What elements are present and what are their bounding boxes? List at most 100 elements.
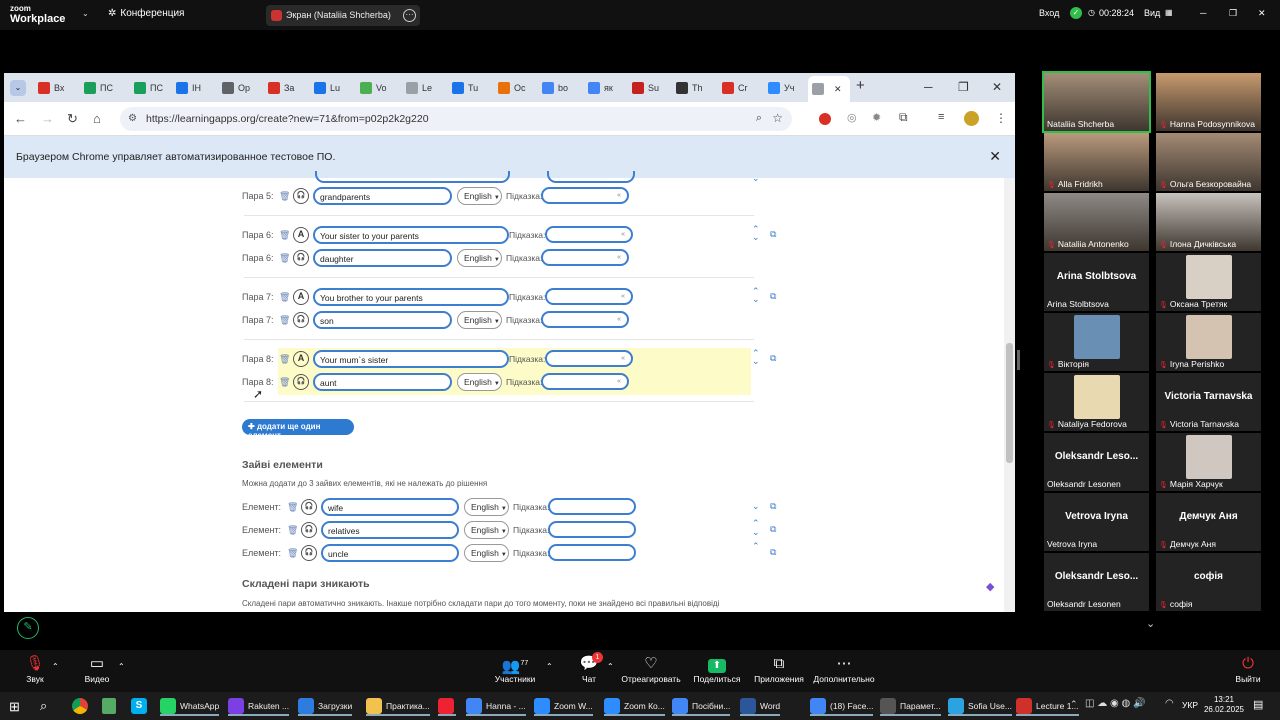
adblock-icon[interactable]	[819, 113, 831, 125]
browser-close-icon[interactable]: ✕	[992, 80, 1002, 94]
participant-tile[interactable]: 🎙 Iryna Perishko	[1156, 313, 1261, 371]
participant-tile[interactable]: Vetrova Iryna Vetrova Iryna	[1044, 493, 1149, 551]
hint-input[interactable]: «	[545, 350, 633, 367]
pair-text-input[interactable]: Your sister to your parents	[313, 226, 509, 244]
minimize-icon[interactable]: ─	[1200, 8, 1206, 18]
browser-tab[interactable]: bo	[538, 80, 578, 96]
participant-tile[interactable]: 🎙 Оксана Третяк	[1156, 253, 1261, 311]
taskbar-app[interactable]: Sofia Use...	[948, 697, 1012, 716]
text-type-icon[interactable]: A	[293, 289, 309, 305]
pair-text-input[interactable]: You brother to your parents	[313, 288, 509, 306]
screen-share-pill[interactable]: Экран (Nataliia Shcherba) ···	[266, 5, 420, 26]
view-button[interactable]: Вид	[1144, 8, 1160, 18]
chat-options-icon[interactable]: ⌃	[607, 662, 614, 671]
taskbar-app[interactable]: Загрузки	[298, 697, 353, 716]
copy-icon[interactable]: ⧉	[770, 353, 776, 364]
react-button[interactable]: ♡ Отреагировать	[620, 654, 682, 684]
hint-input[interactable]: «	[541, 249, 629, 266]
conference-menu[interactable]: ✲ Конференция	[108, 8, 184, 19]
browser-tab[interactable]: Вх	[34, 80, 74, 96]
wifi-icon[interactable]: ◠	[1165, 698, 1174, 709]
taskbar-app[interactable]: Zoom Ко...	[604, 697, 665, 716]
browser-tab[interactable]: ПС	[80, 80, 120, 96]
scrollbar-thumb[interactable]	[1006, 343, 1013, 463]
audio-type-icon[interactable]: 🎧	[293, 312, 309, 328]
participant-tile[interactable]: 🎙 Nataliya Fedorova	[1044, 373, 1149, 431]
browser-tab[interactable]: Lu	[310, 80, 350, 96]
participant-tile[interactable]: 🎙 Марія Харчук	[1156, 433, 1261, 491]
taskbar-app[interactable]: (18) Face...	[810, 697, 874, 716]
participant-tile[interactable]: Демчук Аня 🎙 Демчук Аня	[1156, 493, 1261, 551]
hint-input[interactable]: «	[541, 373, 629, 390]
browser-tab[interactable]: Tu	[448, 80, 488, 96]
audio-type-icon[interactable]: 🎧	[301, 545, 317, 561]
forward-icon[interactable]: →	[41, 111, 54, 126]
site-info-icon[interactable]: ⚙	[128, 113, 137, 124]
participant-tile[interactable]: Victoria Tarnavska 🎙 Victoria Tarnavska	[1156, 373, 1261, 431]
media-icon[interactable]: ≡	[938, 111, 944, 123]
browser-tab[interactable]: Vo	[356, 80, 396, 96]
browser-minimize-icon[interactable]: ─	[924, 80, 933, 94]
calculator-icon[interactable]	[102, 698, 116, 714]
taskbar-app[interactable]: Hanna - ...	[466, 697, 526, 716]
taskbar-app[interactable]: WhatsApp	[160, 697, 220, 716]
video-options-icon[interactable]: ⌃	[118, 662, 125, 671]
hint-input[interactable]	[548, 498, 636, 515]
reload-icon[interactable]: ↻	[67, 111, 78, 127]
more-icon[interactable]: ···	[403, 9, 416, 22]
browser-tab[interactable]: Cr	[718, 80, 758, 96]
annotate-pen-icon[interactable]: ✎	[17, 617, 39, 639]
extra-element-input[interactable]: relatives	[321, 521, 459, 539]
hint-input[interactable]: «	[541, 187, 629, 204]
language-select[interactable]: English ▼	[457, 311, 502, 329]
delete-icon[interactable]: 🗑	[287, 502, 298, 513]
copy-icon[interactable]: ⧉	[770, 501, 776, 512]
browser-tab[interactable]: Ос	[494, 80, 534, 96]
tab-close-icon[interactable]: ✕	[834, 76, 842, 102]
extension-1-icon[interactable]: ◎	[847, 111, 857, 124]
chat-button[interactable]: 💬 1 Чат	[574, 652, 604, 684]
hint-input[interactable]	[548, 544, 636, 561]
browser-tab-active[interactable]: ✕	[808, 76, 850, 102]
audio-type-icon[interactable]: 🎧	[301, 499, 317, 515]
home-icon[interactable]: ⌂	[93, 111, 101, 126]
tray-chevron-icon[interactable]: ⌃	[1070, 699, 1078, 710]
delete-icon[interactable]: 🗑	[279, 354, 290, 365]
apps-button[interactable]: ⧉ Приложения	[752, 654, 806, 684]
browser-tab[interactable]: Su	[628, 80, 668, 96]
browser-tab[interactable]: Уч	[764, 80, 804, 96]
search-icon[interactable]: ⌕	[40, 698, 47, 714]
video-button[interactable]: ▭ Видео	[80, 654, 114, 684]
restore-icon[interactable]: ❐	[1229, 8, 1237, 19]
extra-element-input[interactable]: uncle	[321, 544, 459, 562]
pair-word-input[interactable]: aunt	[313, 373, 452, 391]
gallery-more-chevron-icon[interactable]: ⌄	[1146, 617, 1155, 630]
browser-tab[interactable]: Ор	[218, 80, 258, 96]
more-button[interactable]: ⋯ Дополнительно	[812, 654, 876, 684]
notifications-icon[interactable]: ▤	[1253, 698, 1263, 711]
move-up-icon[interactable]: ⌃	[752, 519, 760, 528]
pair-text-input[interactable]: Your mum`s sister	[313, 350, 509, 368]
leave-button[interactable]: ⏻ Выйти	[1232, 654, 1264, 684]
delete-icon[interactable]: 🗑	[279, 292, 290, 303]
profile-avatar[interactable]	[964, 111, 979, 126]
close-icon[interactable]: ✕	[1258, 8, 1266, 19]
participant-tile[interactable]: софія 🎙 софія	[1156, 553, 1261, 611]
hint-input[interactable]: «	[541, 311, 629, 328]
delete-icon[interactable]: 🗑	[279, 377, 290, 388]
assistant-icon[interactable]: ◆	[986, 580, 998, 593]
move-down-icon[interactable]: ⌄	[752, 233, 760, 242]
audio-type-icon[interactable]: 🎧	[293, 250, 309, 266]
taskbar-app[interactable]: Word	[740, 697, 781, 716]
participant-tile[interactable]: Arina Stolbtsova Arina Stolbtsova	[1044, 253, 1149, 311]
delete-icon[interactable]: 🗑	[279, 191, 290, 202]
delete-icon[interactable]: 🗑	[287, 548, 298, 559]
move-down-icon[interactable]: ⌄	[752, 295, 760, 304]
participant-tile[interactable]: 🎙 Ольга Безкоровайна	[1156, 133, 1261, 191]
text-type-icon[interactable]: A	[293, 351, 309, 367]
page-scrollbar[interactable]	[1004, 178, 1015, 612]
browser-tab[interactable]: Th	[672, 80, 712, 96]
language-select[interactable]: English ▼	[464, 521, 509, 539]
audio-options-icon[interactable]: ⌃	[52, 662, 59, 671]
language-select[interactable]: English ▼	[457, 249, 502, 267]
